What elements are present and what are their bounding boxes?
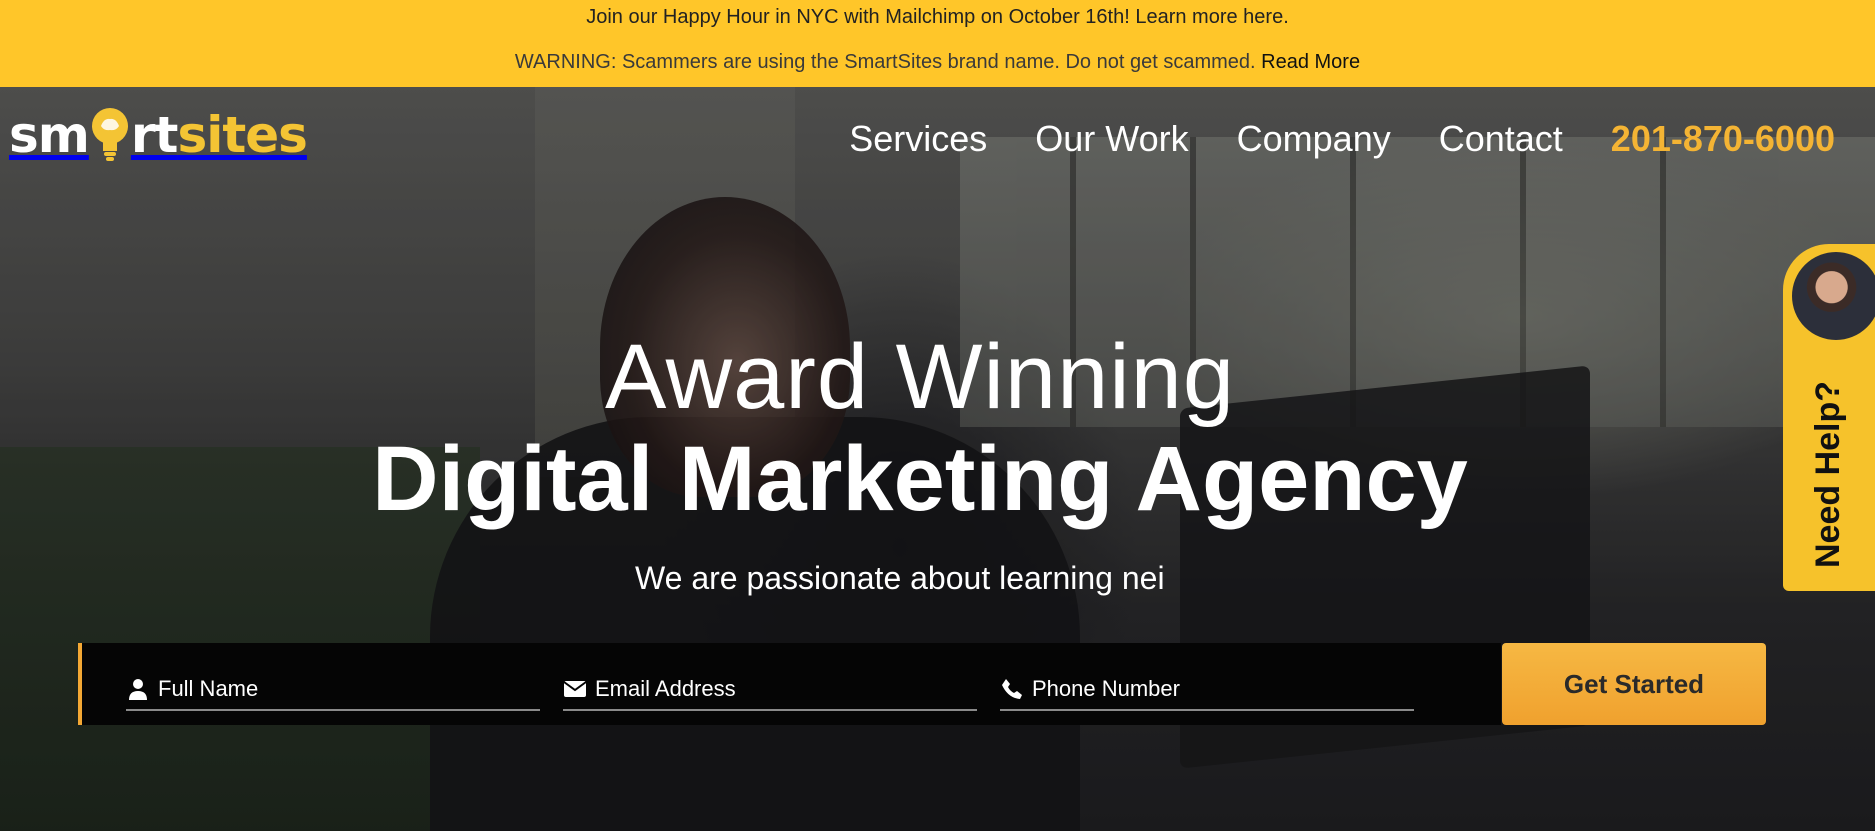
happy-hour-announcement[interactable]: Join our Happy Hour in NYC with Mailchim… (0, 6, 1875, 29)
lightbulb-brain-icon (90, 106, 130, 164)
nav-services[interactable]: Services (849, 118, 987, 160)
phone-icon (1000, 677, 1024, 701)
nav-our-work[interactable]: Our Work (1035, 118, 1188, 160)
full-name-placeholder: Full Name (158, 676, 259, 701)
hero-tagline: We are passionate about learning nei (635, 560, 1165, 596)
lead-form: Full Name Email Address Phone Number (78, 643, 1501, 725)
nav-company[interactable]: Company (1237, 118, 1391, 160)
nav-contact[interactable]: Contact (1439, 118, 1563, 160)
envelope-icon (563, 677, 587, 701)
logo-text-sm: sm (9, 106, 90, 164)
support-agent-avatar (1788, 248, 1875, 344)
need-help-widget[interactable]: Need Help? (1783, 244, 1875, 591)
announcement-bar: Join our Happy Hour in NYC with Mailchim… (0, 0, 1875, 87)
need-help-label: Need Help? (1809, 380, 1848, 568)
email-placeholder: Email Address (595, 676, 736, 701)
logo-text-rt: rt (130, 106, 179, 164)
phone-placeholder: Phone Number (1032, 676, 1180, 701)
full-name-field[interactable]: Full Name (126, 669, 540, 711)
email-field[interactable]: Email Address (563, 669, 977, 711)
read-more-link[interactable]: Read More (1261, 51, 1360, 73)
user-icon (126, 677, 150, 701)
hero-title-line1: Award Winning (604, 326, 1236, 428)
main-nav: Services Our Work Company Contact 201-87… (849, 118, 1835, 160)
scam-warning-text: WARNING: Scammers are using the SmartSit… (514, 51, 1256, 73)
phone-link[interactable]: 201-870-6000 (1611, 118, 1835, 160)
smartsites-logo[interactable]: sm rt sites (9, 100, 308, 170)
logo-text-sites: sites (177, 106, 307, 164)
hero-title-line2: Digital Marketing Agency (372, 428, 1468, 530)
scam-warning: WARNING: Scammers are using the SmartSit… (0, 51, 1875, 74)
get-started-button[interactable]: Get Started (1502, 643, 1766, 725)
phone-field[interactable]: Phone Number (1000, 669, 1414, 711)
